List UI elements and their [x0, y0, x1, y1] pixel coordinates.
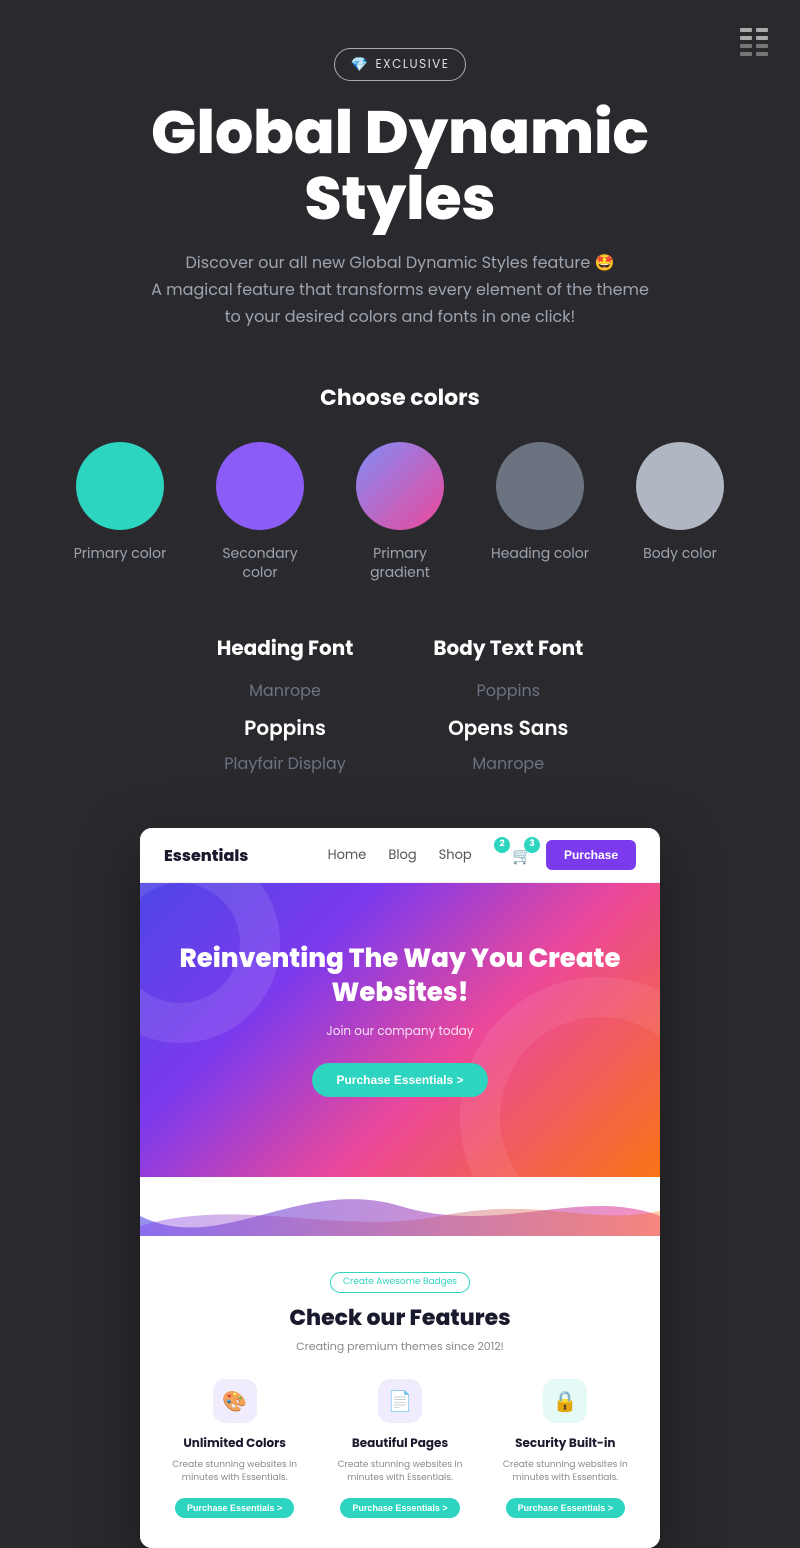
features-grid: 🎨 Unlimited Colors Create stunning websi…: [160, 1379, 640, 1518]
preview-purchase-button[interactable]: Purchase: [546, 840, 636, 870]
subtitle-line1: Discover our all new Global Dynamic Styl…: [185, 251, 614, 274]
nav-link-shop[interactable]: Shop: [439, 845, 472, 865]
features-title: Check our Features: [160, 1301, 640, 1334]
primary-color-label: Primary color: [74, 544, 167, 564]
security-icon: 🔒: [543, 1379, 587, 1423]
preview-container: Essentials Home Blog Shop ♡ 2 🛒 3 Purcha…: [140, 828, 660, 1548]
color-item-body[interactable]: Body color: [630, 442, 730, 564]
body-color-label: Body color: [643, 544, 717, 564]
heading-font-option-poppins[interactable]: Poppins: [244, 710, 326, 746]
color-item-primary[interactable]: Primary color: [70, 442, 170, 564]
feature-btn-pages[interactable]: Purchase Essentials >: [340, 1498, 459, 1518]
hero-cta-button[interactable]: Purchase Essentials >: [312, 1063, 487, 1097]
nav-link-home[interactable]: Home: [328, 845, 367, 865]
choose-colors-section: Choose colors Primary color Secondary co…: [0, 351, 800, 593]
color-item-gradient[interactable]: Primary gradient: [350, 442, 450, 583]
features-subtitle: Creating premium themes since 2012!: [160, 1338, 640, 1355]
body-font-option-poppins[interactable]: Poppins: [476, 677, 540, 706]
feature-desc-security: Create stunning websites in minutes with…: [491, 1459, 640, 1486]
preview-features-section: Create Awesome Badges Check our Features…: [140, 1236, 660, 1548]
feature-name-security: Security Built-in: [515, 1435, 615, 1453]
feature-name-colors: Unlimited Colors: [183, 1435, 286, 1453]
heading-color-circle[interactable]: [496, 442, 584, 530]
exclusive-badge: 💎 EXCLUSIVE: [334, 48, 467, 81]
secondary-color-circle[interactable]: [216, 442, 304, 530]
feature-card-pages: 📄 Beautiful Pages Create stunning websit…: [325, 1379, 474, 1518]
preview-navbar: Essentials Home Blog Shop ♡ 2 🛒 3 Purcha…: [140, 828, 660, 883]
subtitle-line2: A magical feature that transforms every …: [151, 278, 649, 301]
feature-card-security: 🔒 Security Built-in Create stunning webs…: [491, 1379, 640, 1518]
fonts-section: Heading Font Manrope Poppins Playfair Di…: [0, 593, 800, 809]
wishlist-badge: 2: [494, 837, 510, 853]
body-font-option-manrope[interactable]: Manrope: [472, 750, 544, 779]
cart-icon-wrapper[interactable]: 🛒 3: [512, 843, 532, 868]
feature-desc-colors: Create stunning websites in minutes with…: [160, 1459, 309, 1486]
gradient-color-label: Primary gradient: [350, 544, 450, 583]
preview-nav-links: Home Blog Shop: [328, 845, 472, 865]
feature-btn-security[interactable]: Purchase Essentials >: [506, 1498, 625, 1518]
hero-wave-svg: [140, 1176, 660, 1236]
nav-link-blog[interactable]: Blog: [388, 845, 416, 865]
body-font-column: Body Text Font Poppins Opens Sans Manrop…: [433, 633, 583, 779]
wishlist-icon-wrapper[interactable]: ♡ 2: [488, 843, 502, 868]
hero-subtitle: Join our company today: [164, 1023, 636, 1041]
choose-colors-title: Choose colors: [40, 381, 760, 414]
page-title: Global Dynamic Styles: [60, 99, 740, 231]
feature-name-pages: Beautiful Pages: [352, 1435, 448, 1453]
color-item-heading[interactable]: Heading color: [490, 442, 590, 564]
diamond-icon: 💎: [351, 54, 370, 75]
unlimited-colors-icon: 🎨: [213, 1379, 257, 1423]
heading-font-column: Heading Font Manrope Poppins Playfair Di…: [217, 633, 354, 779]
body-color-circle[interactable]: [636, 442, 724, 530]
feature-card-colors: 🎨 Unlimited Colors Create stunning websi…: [160, 1379, 309, 1518]
features-badge: Create Awesome Badges: [330, 1272, 470, 1293]
color-circles-container: Primary color Secondary color Primary gr…: [40, 442, 760, 583]
secondary-color-label: Secondary color: [210, 544, 310, 583]
color-item-secondary[interactable]: Secondary color: [210, 442, 310, 583]
badge-text: EXCLUSIVE: [376, 56, 450, 74]
heading-font-option-manrope[interactable]: Manrope: [249, 677, 321, 706]
beautiful-pages-icon: 📄: [378, 1379, 422, 1423]
subtitle-line3: to your desired colors and fonts in one …: [225, 305, 576, 328]
heading-font-option-playfair[interactable]: Playfair Display: [224, 750, 345, 779]
heading-font-title: Heading Font: [217, 633, 354, 663]
feature-desc-pages: Create stunning websites in minutes with…: [325, 1459, 474, 1486]
subtitle: Discover our all new Global Dynamic Styl…: [110, 249, 690, 331]
cart-badge: 3: [524, 837, 540, 853]
primary-color-circle[interactable]: [76, 442, 164, 530]
feature-btn-colors[interactable]: Purchase Essentials >: [175, 1498, 294, 1518]
gradient-color-circle[interactable]: [356, 442, 444, 530]
preview-nav-icons: ♡ 2 🛒 3: [488, 843, 532, 868]
body-font-option-opensans[interactable]: Opens Sans: [448, 710, 568, 746]
body-font-title: Body Text Font: [433, 633, 583, 663]
preview-logo: Essentials: [164, 843, 248, 868]
hero-title: Reinventing The Way You Create Websites!: [164, 943, 636, 1011]
heading-color-label: Heading color: [491, 544, 589, 564]
preview-hero: Reinventing The Way You Create Websites!…: [140, 883, 660, 1177]
header-section: 💎 EXCLUSIVE Global Dynamic Styles Discov…: [0, 0, 800, 351]
